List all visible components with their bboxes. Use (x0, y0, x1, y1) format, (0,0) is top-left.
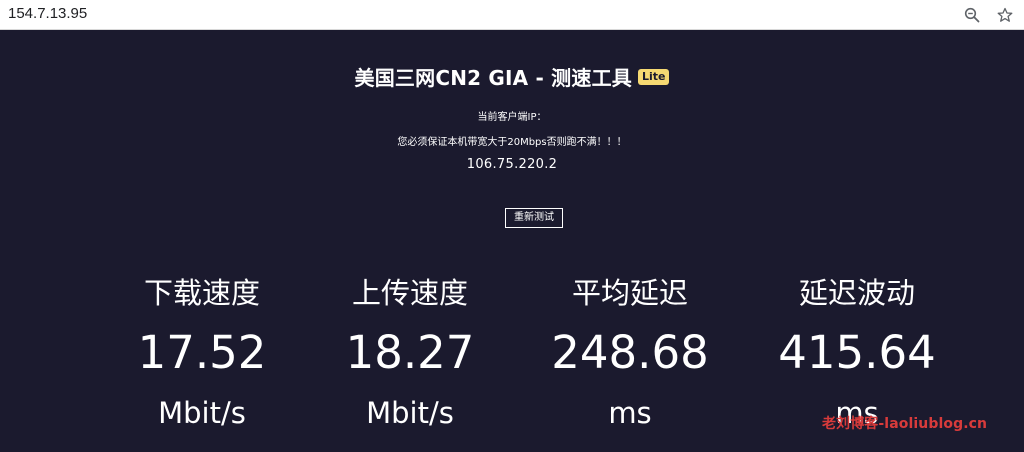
url-text[interactable]: 154.7.13.95 (8, 5, 87, 22)
browser-address-bar[interactable]: 154.7.13.95 (0, 0, 1024, 30)
watermark: 老刘博客-laoliublog.cn (822, 416, 988, 432)
page-title: 美国三网CN2 GIA - 测速工具 (354, 66, 632, 90)
bookmark-star-icon[interactable] (994, 4, 1016, 26)
client-ip-label: 当前客户端IP： (477, 112, 547, 123)
metric-unit: Mbit/s (366, 396, 454, 430)
metric-label: 平均延迟 (571, 276, 688, 310)
bandwidth-warning: 您必须保证本机带宽大于20Mbps否则跑不满！！！ (397, 137, 627, 148)
metric-value: 248.68 (551, 326, 709, 379)
speedtest-page: 美国三网CN2 GIA - 测速工具 Lite 当前客户端IP： 您必须保证本机… (0, 30, 1024, 452)
metric-value: 17.52 (137, 326, 267, 379)
metric-value: 18.27 (345, 326, 475, 379)
client-ip-value: 106.75.220.2 (466, 157, 558, 172)
metric-label: 上传速度 (351, 276, 468, 310)
zoom-icon[interactable] (961, 4, 983, 26)
metric-label: 下载速度 (143, 276, 260, 310)
title-row: 美国三网CN2 GIA - 测速工具 Lite (0, 62, 1024, 91)
metric-unit: ms (608, 396, 652, 430)
metric-unit: Mbit/s (158, 396, 246, 430)
metric-value: 415.64 (778, 326, 936, 379)
metric-label: 延迟波动 (798, 276, 915, 310)
retest-button[interactable]: 重新测试 (505, 208, 563, 228)
lite-badge: Lite (637, 68, 670, 85)
